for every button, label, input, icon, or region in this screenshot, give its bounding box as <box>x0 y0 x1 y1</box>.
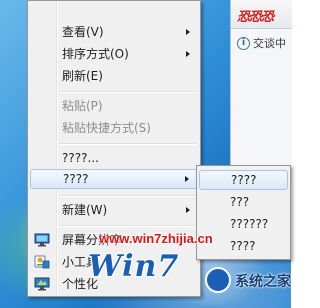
menu-item-refresh[interactable]: 刷新(E) <box>30 66 198 86</box>
window-logo: 恐恐恐 <box>237 10 274 25</box>
submenu-item-2[interactable]: ??? <box>199 192 288 212</box>
submenu-arrow-icon <box>186 51 190 57</box>
menu-item-label: 排序方式(O) <box>62 47 129 61</box>
watermark-logo: Win7 <box>88 249 180 284</box>
menu-item-label: 刷新(E) <box>62 69 103 83</box>
menu-separator <box>59 225 197 227</box>
menu-item-label: 粘贴(P) <box>62 99 103 113</box>
submenu-arrow-icon <box>185 176 189 182</box>
conversation-status-bar[interactable]: i 交谈中 <box>231 33 292 53</box>
menu-item-paste: 粘贴(P) <box>30 96 198 116</box>
gadgets-icon <box>34 255 50 269</box>
menu-item-view[interactable]: 查看(V) <box>30 22 198 42</box>
personalize-icon <box>34 277 50 291</box>
menu-separator <box>59 195 197 197</box>
submenu-item-label: ?????? <box>230 217 269 231</box>
menu-item-sort-by[interactable]: 排序方式(O) <box>30 44 198 64</box>
conversation-status-label: 交谈中 <box>253 37 286 50</box>
submenu-arrow-icon <box>186 207 190 213</box>
menu-item-paste-shortcut: 粘贴快捷方式(S) <box>30 118 198 138</box>
info-icon: i <box>237 36 250 50</box>
watermark-badge-text: 系统之家 <box>235 274 291 290</box>
background-window: 恐恐恐 i 交谈中 <box>230 0 292 185</box>
menu-separator <box>59 91 197 93</box>
menu-item-label: 查看(V) <box>62 25 104 39</box>
badge-logo-icon <box>205 267 231 293</box>
menu-item-unknown-submenu[interactable]: ???? <box>30 169 198 189</box>
menu-item-label: 新建(W) <box>62 203 108 217</box>
submenu-item-label: ???? <box>231 173 257 187</box>
menu-item-label: ????... <box>62 151 99 165</box>
submenu-item-label: ??? <box>230 195 250 209</box>
menu-item-label: 粘贴快捷方式(S) <box>62 121 151 135</box>
submenu-item-label: ???? <box>230 239 256 253</box>
menu-item-unknown-dialog[interactable]: ????... <box>30 148 198 168</box>
menu-item-label: ???? <box>63 172 89 186</box>
monitor-icon <box>34 233 50 247</box>
window-header: 恐恐恐 <box>231 0 292 29</box>
watermark-url: www.win7zhijia.cn <box>99 231 213 246</box>
menu-separator <box>59 143 197 145</box>
menu-item-new[interactable]: 新建(W) <box>30 200 198 220</box>
watermark-badge: 系统之家 <box>205 265 291 299</box>
submenu-arrow-icon <box>186 29 190 35</box>
submenu-item-1[interactable]: ???? <box>199 170 288 190</box>
